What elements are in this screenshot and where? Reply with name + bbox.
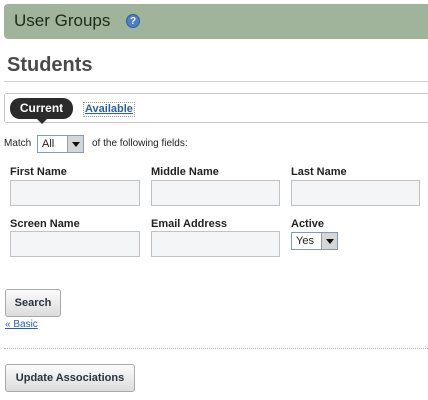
title-divider (4, 81, 428, 82)
last-name-label: Last Name (291, 166, 347, 178)
email-address-field[interactable] (151, 231, 280, 257)
help-icon[interactable]: ? (126, 14, 140, 28)
match-suffix-label: of the following fields: (92, 138, 188, 149)
match-select-value: All (42, 138, 55, 150)
chevron-down-icon[interactable] (67, 136, 83, 152)
active-select[interactable]: Yes (291, 232, 338, 250)
email-address-label: Email Address (151, 218, 228, 230)
portlet-header: User Groups ? (4, 4, 428, 39)
tab-current-pointer (36, 118, 48, 124)
match-prefix-label: Match (4, 138, 32, 149)
active-select-value: Yes (296, 235, 314, 247)
first-name-label: First Name (10, 166, 67, 178)
update-associations-button[interactable]: Update Associations (5, 364, 135, 392)
tab-current[interactable]: Current (10, 98, 73, 119)
actions-divider (4, 348, 428, 349)
last-name-field[interactable] (291, 180, 420, 206)
basic-search-link[interactable]: « Basic (5, 319, 38, 330)
screen-name-label: Screen Name (10, 218, 80, 230)
tab-available[interactable]: Available (83, 102, 135, 117)
match-select[interactable]: All (37, 135, 84, 153)
header-title: User Groups (14, 11, 111, 30)
middle-name-label: Middle Name (151, 166, 219, 178)
active-label: Active (291, 218, 325, 230)
search-button[interactable]: Search (5, 289, 61, 317)
middle-name-field[interactable] (151, 180, 280, 206)
page-title: Students (7, 54, 93, 76)
chevron-down-icon[interactable] (321, 233, 337, 249)
screen-name-field[interactable] (10, 231, 140, 257)
first-name-field[interactable] (10, 180, 140, 206)
